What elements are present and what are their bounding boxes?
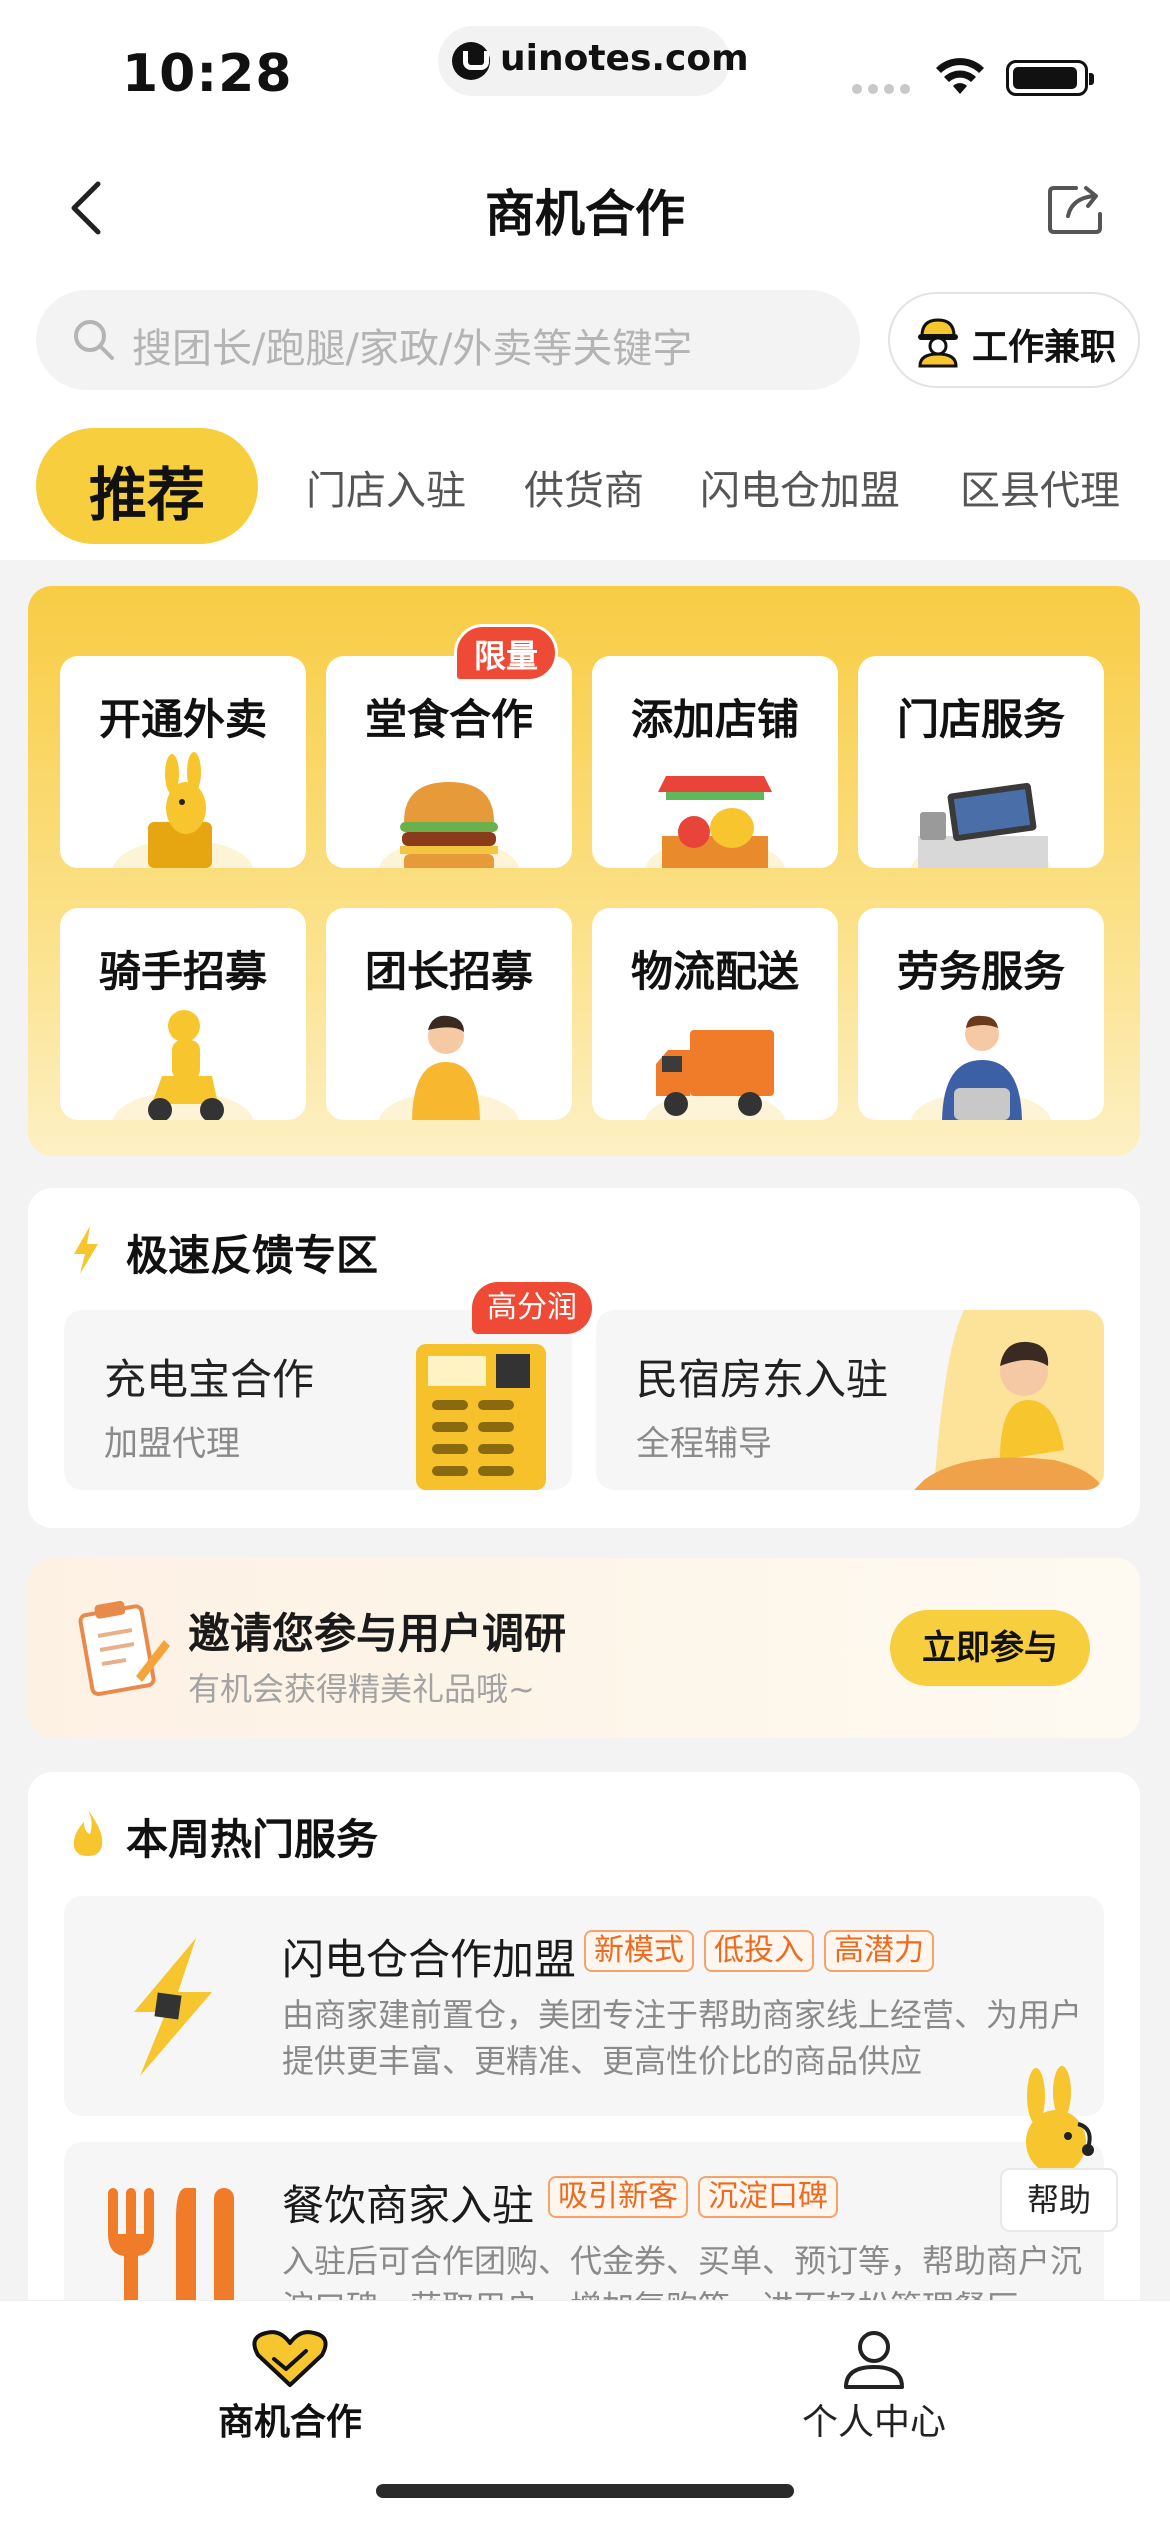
home-indicator[interactable] [376,2484,794,2498]
survey-subtitle: 有机会获得精美礼品哦~ [188,1670,535,1708]
part-time-job-label: 工作兼职 [972,327,1117,368]
category-rider-recruit[interactable]: 骑手招募 [60,908,306,1120]
person-icon [844,2331,904,2389]
worker-helmet-icon [918,318,958,368]
service-title: 餐饮商家入驻 [282,2181,535,2230]
service-title: 闪电仓合作加盟 [282,1935,577,1984]
search-icon [74,320,114,360]
service-tag: 沉淀口碑 [698,2176,838,2218]
nav-label: 商机合作 [217,2402,362,2443]
powerbank-partner-card[interactable]: 充电宝合作 加盟代理 [64,1310,572,1490]
survey-title: 邀请您参与用户调研 [188,1609,567,1658]
wifi-icon [936,58,984,94]
category-tabs: 推荐 门店入驻 供货商 闪电仓加盟 区县代理 [0,428,1170,548]
high-profit-badge: 高分润 [472,1282,592,1334]
header: 商机合作 搜团长/跑腿/家政/外卖等关键字 工作兼职 推荐 门店入驻 供货商 闪… [0,130,1170,560]
join-survey-button[interactable]: 立即参与 [890,1610,1090,1686]
category-store-service[interactable]: 门店服务 [858,656,1104,868]
tab-supplier[interactable]: 供货商 [524,458,644,516]
category-labor-service[interactable]: 劳务服务 [858,908,1104,1120]
search-input[interactable]: 搜团长/跑腿/家政/外卖等关键字 [36,290,860,390]
category-logistics[interactable]: 物流配送 [592,908,838,1120]
rider-scooter-icon [113,1010,253,1120]
fruit-stall-icon [645,776,785,868]
leader-person-icon [379,1015,519,1120]
search-placeholder: 搜团长/跑腿/家政/外卖等关键字 [132,326,693,372]
help-button[interactable]: 帮助 [1000,2168,1118,2232]
lightning-bolt-icon [134,1938,212,2076]
heart-handshake-icon [252,2330,328,2387]
tab-recommend[interactable]: 推荐 [36,428,258,544]
service-tags: 新模式 低投入 高潜力 [584,1930,944,1974]
url-pill[interactable]: uinotes.com [438,26,749,96]
kangaroo-mascot-icon[interactable] [1010,2066,1110,2184]
tab-county-agent[interactable]: 区县代理 [960,458,1120,516]
quick-feedback-section: 极速反馈专区 充电宝合作 加盟代理 民宿房东入驻 全程辅导 [28,1188,1140,1528]
service-tag: 低投入 [704,1930,814,1972]
category-open-delivery[interactable]: 开通外卖 [60,656,306,868]
service-tag: 高潜力 [824,1930,934,1972]
category-leader-recruit[interactable]: 团长招募 [326,908,572,1120]
hot-services-title: 本周热门服务 [126,1815,379,1864]
status-bar: 10:28 uinotes.com [0,0,1170,130]
nav-personal-center[interactable]: 个人中心 [764,2321,984,2443]
burger-icon [379,782,519,868]
kangaroo-delivery-icon [113,752,253,868]
tab-flash-warehouse[interactable]: 闪电仓加盟 [700,458,900,516]
service-tag: 吸引新客 [548,2176,688,2218]
category-add-store[interactable]: 添加店铺 [592,656,838,868]
tab-store-join[interactable]: 门店入驻 [306,458,466,516]
service-category-grid: 开通外卖 堂食合作 添加店铺 门店服务 骑手招募 团长招募 物流配送 劳务服务 [28,586,1140,1156]
laptop-worker-icon [911,1015,1051,1120]
status-time: 10:28 [122,44,293,104]
part-time-job-button[interactable]: 工作兼职 [888,292,1140,388]
truck-icon [645,1030,785,1120]
service-description: 由商家建前置仓，美团专注于帮助商家线上经营、为用户提供更丰富、更精准、更高性价比… [282,1996,1083,2080]
homestay-host-card[interactable]: 民宿房东入驻 全程辅导 [596,1310,1104,1490]
service-tag: 新模式 [584,1930,694,1972]
user-survey-banner[interactable]: 邀请您参与用户调研 有机会获得精美礼品哦~ 立即参与 [28,1558,1140,1738]
service-flash-warehouse[interactable]: 闪电仓合作加盟 新模式 低投入 高潜力 由商家建前置仓，美团专注于帮助商家线上经营、… [64,1896,1104,2116]
service-tags: 吸引新客 沉淀口碑 [548,2176,848,2220]
nav-label: 个人中心 [801,2402,946,2443]
url-text: uinotes.com [500,38,749,79]
clipboard-icon [78,1600,170,1696]
battery-icon [1006,60,1094,96]
page-title: 商机合作 [485,185,685,243]
powerbank-cabinet-icon [416,1344,546,1490]
nav-business-cooperation[interactable]: 商机合作 [180,2321,400,2443]
relaxing-person-icon [914,1310,1104,1490]
lightning-icon [74,1226,98,1274]
quick-feedback-title: 极速反馈专区 [126,1231,379,1280]
flame-icon [73,1810,103,1856]
limited-badge: 限量 [454,624,558,682]
pos-machine-icon [911,782,1051,868]
signal-dots-icon [852,84,912,94]
share-icon[interactable] [1046,180,1106,236]
category-dine-in[interactable]: 堂食合作 [326,656,572,868]
site-logo-icon [452,42,490,80]
